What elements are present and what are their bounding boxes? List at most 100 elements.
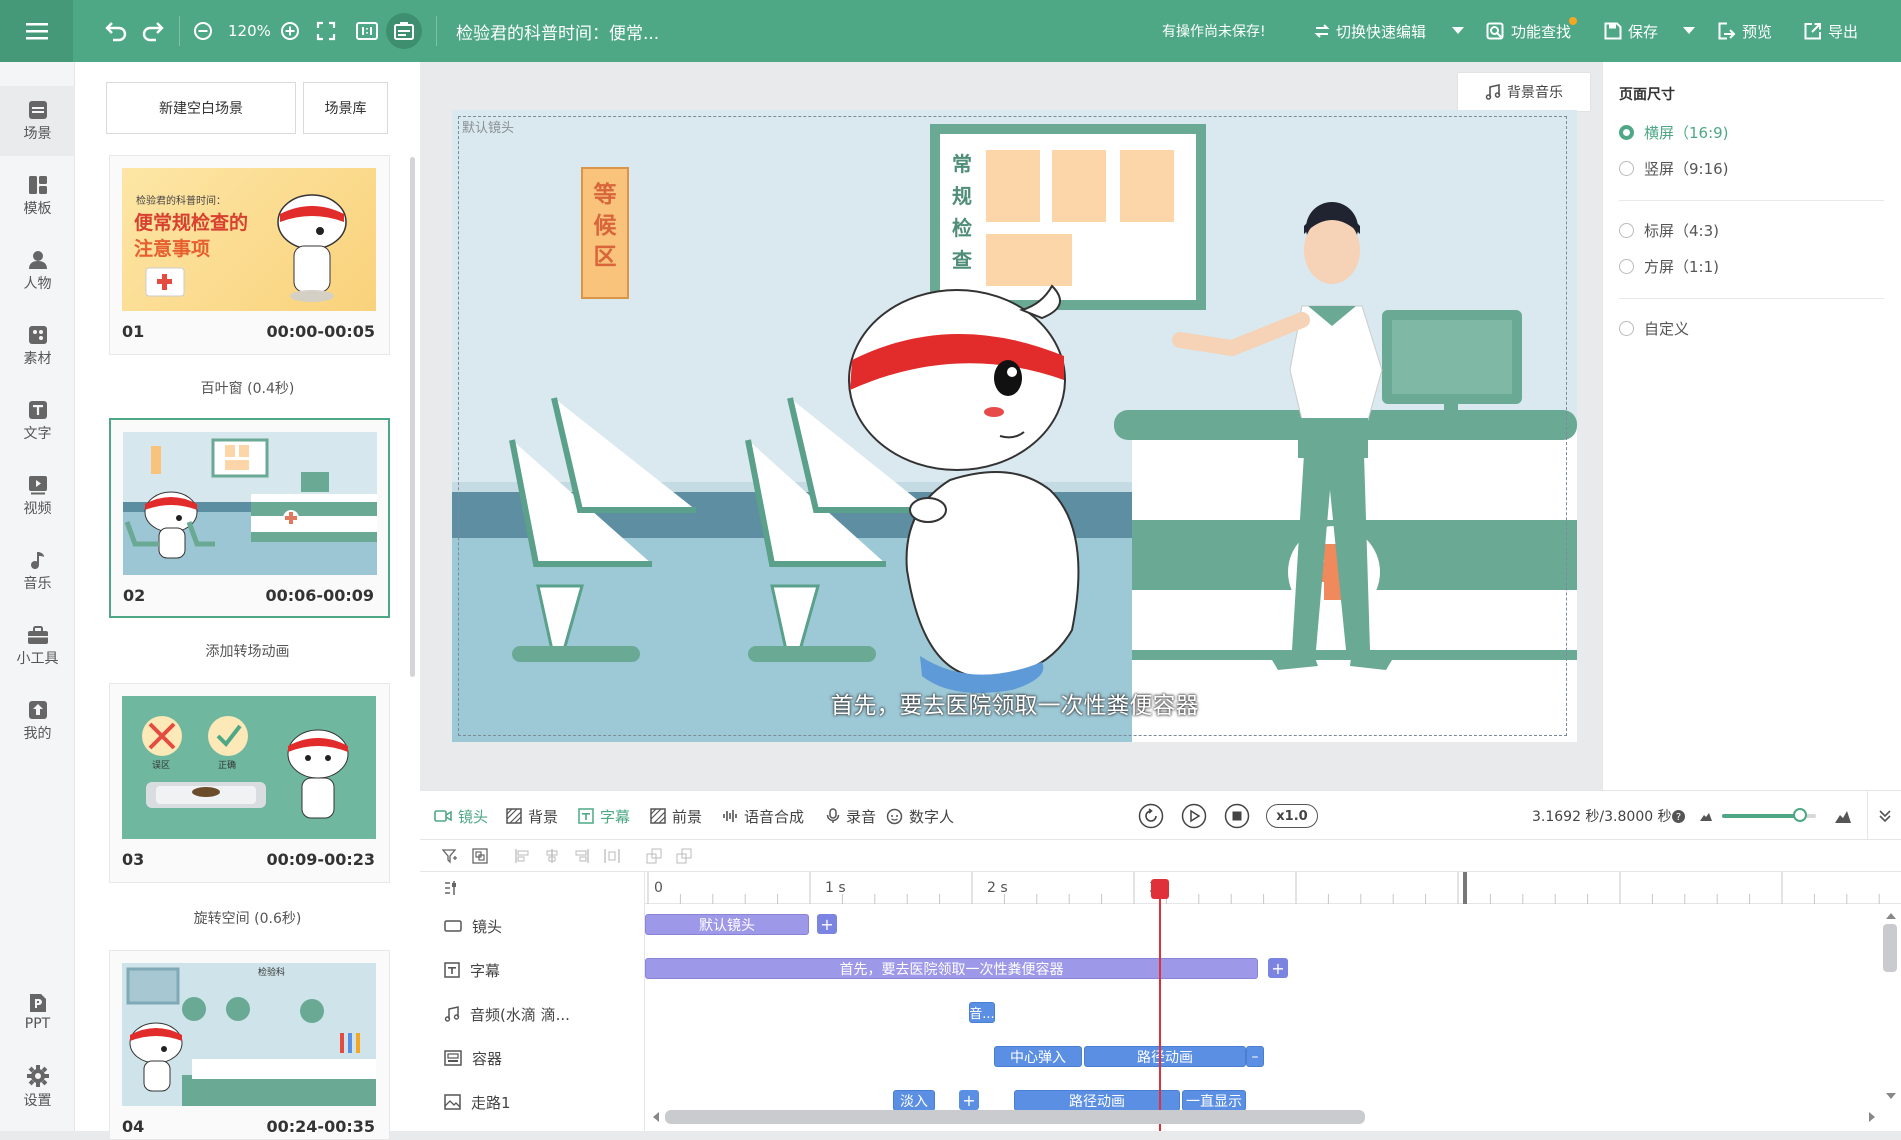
replay-button[interactable] (1138, 791, 1170, 841)
zoom-large-mountain-icon-wrap[interactable] (1835, 791, 1857, 841)
clip-default-shot[interactable]: 默认镜头 (645, 914, 809, 935)
scene-number: 01 (122, 322, 145, 341)
text-icon (28, 400, 47, 419)
nav-item-music[interactable]: 音乐 (0, 536, 75, 606)
end-marker[interactable] (1463, 872, 1467, 904)
filter-icon[interactable] (442, 848, 458, 864)
radio-portrait-9-16[interactable]: 竖屏（9:16) (1619, 158, 1729, 179)
menu-button[interactable] (0, 0, 73, 62)
redo-button[interactable] (141, 0, 165, 62)
save-dropdown[interactable] (1683, 0, 1695, 62)
timeline-vertical-scrollbar[interactable] (1883, 924, 1897, 972)
nav-item-person[interactable]: 人物 (0, 236, 75, 306)
nav-item-scene[interactable]: 场景 (0, 86, 75, 156)
scroll-down-arrow-icon[interactable] (1886, 1092, 1896, 1100)
playback-speed-button[interactable]: x1.0 (1266, 804, 1318, 828)
track-settings-cell[interactable] (444, 880, 460, 896)
track-name-walk[interactable]: 走路1 (444, 1080, 511, 1124)
clip-end-handle[interactable]: – (1246, 1046, 1264, 1067)
subtitle-overlay[interactable]: 首先，要去医院领取一次性粪便容器 (452, 686, 1577, 720)
playhead-handle[interactable] (1151, 879, 1169, 899)
add-shot-button[interactable]: + (817, 914, 837, 934)
nav-item-material[interactable]: 素材 (0, 311, 75, 381)
track-name-camera[interactable]: 镜头 (444, 904, 502, 948)
tab-voice-synthesis[interactable]: 语音合成 (722, 791, 804, 841)
align-left-icon[interactable] (514, 848, 530, 864)
clip-always-show[interactable]: 一直显示 (1182, 1090, 1246, 1111)
tab-camera[interactable]: 镜头 (434, 791, 488, 841)
radio-landscape-16-9[interactable]: 横屏（16:9) (1619, 122, 1729, 143)
nav-item-template[interactable]: 模板 (0, 161, 75, 231)
zoom-in-button[interactable] (280, 0, 300, 62)
undo-button[interactable] (104, 0, 128, 62)
stop-button[interactable] (1224, 791, 1256, 841)
track-name-audio[interactable]: 音频(水滴 滴... (444, 992, 570, 1036)
document-title[interactable]: 检验君的科普时间：便常... (456, 0, 659, 62)
clip-walk-path-animation[interactable]: 路径动画 (1014, 1090, 1180, 1111)
nav-item-video[interactable]: 视频 (0, 461, 75, 531)
scene-card-01[interactable]: 检验君的科普时间： 便常规检查的 注意事项 01 00:00-00:05 (109, 155, 390, 355)
export-button[interactable]: 导出 (1804, 0, 1858, 62)
quick-edit-dropdown[interactable] (1452, 0, 1464, 62)
nav-item-toolbox[interactable]: 小工具 (0, 611, 75, 681)
scroll-up-arrow-icon[interactable] (1886, 912, 1896, 920)
scroll-left-arrow-icon[interactable] (652, 1112, 660, 1122)
play-button[interactable] (1181, 791, 1213, 841)
radio-custom[interactable]: 自定义 (1619, 318, 1689, 339)
radio-square-1-1[interactable]: 方屏（1:1) (1619, 256, 1719, 277)
tab-foreground[interactable]: 前景 (650, 791, 702, 841)
clip-subtitle[interactable]: 首先，要去医院领取一次性粪便容器 (645, 958, 1258, 979)
time-ruler[interactable]: 0 1 s 2 s 3 (645, 872, 1901, 904)
timeline-zoom-slider[interactable] (1722, 791, 1816, 841)
timeline-horizontal-scrollbar[interactable] (665, 1110, 1365, 1124)
clip-path-animation[interactable]: 路径动画 (1084, 1046, 1246, 1067)
transition-label[interactable]: 旋转空间 (0.6秒) (75, 908, 420, 928)
transition-label[interactable]: 百叶窗 (0.4秒) (75, 378, 420, 398)
save-button[interactable]: 保存 (1604, 0, 1658, 62)
add-walk-anim-button[interactable]: + (959, 1090, 979, 1110)
actual-size-button[interactable] (356, 0, 378, 62)
tab-background[interactable]: 背景 (506, 791, 558, 841)
scene-library-button[interactable]: 场景库 (303, 82, 388, 134)
slider-handle[interactable] (1793, 808, 1808, 822)
clip-fade-in[interactable]: 淡入 (893, 1090, 935, 1111)
scene-card-02[interactable]: 02 00:06-00:09 (109, 418, 390, 618)
playhead-line[interactable] (1159, 880, 1161, 1131)
clip-audio[interactable]: 音... (969, 1002, 995, 1023)
tab-digital-human[interactable]: 数字人 (886, 791, 954, 841)
nav-item-text[interactable]: 文字 (0, 386, 75, 456)
tab-record[interactable]: 录音 (826, 791, 876, 841)
scene-card-04[interactable]: 检验科 04 00:24-00:35 (109, 950, 390, 1140)
radio-standard-4-3[interactable]: 标屏（4:3) (1619, 220, 1719, 241)
distribute-icon[interactable] (604, 848, 620, 864)
preview-button[interactable]: 预览 (1718, 0, 1772, 62)
scene-card-03[interactable]: 误区 正确 03 00:09-00:23 (109, 683, 390, 883)
add-subtitle-button[interactable]: + (1268, 958, 1288, 978)
default-shot-frame[interactable] (458, 116, 1567, 736)
subtitle-mode-button[interactable] (386, 13, 422, 49)
quick-edit-toggle[interactable]: 切换快速编辑 (1314, 0, 1426, 62)
fullscreen-button[interactable] (316, 0, 336, 62)
help-icon-wrap[interactable]: ? (1672, 791, 1691, 841)
zoom-out-button[interactable] (193, 0, 213, 62)
track-name-subtitle[interactable]: 字幕 (444, 948, 500, 992)
track-name-container[interactable]: 容器 (444, 1036, 502, 1080)
clip-center-pop-in[interactable]: 中心弹入 (994, 1046, 1082, 1067)
feature-search-button[interactable]: 功能查找 (1486, 0, 1578, 62)
nav-item-settings[interactable]: 设置 (0, 1052, 75, 1122)
collapse-timeline-button[interactable] (1867, 791, 1901, 841)
background-music-button[interactable]: 背景音乐 (1457, 72, 1591, 112)
nav-item-ppt[interactable]: PPT (0, 977, 75, 1047)
zoom-small-mountain-icon-wrap[interactable] (1700, 791, 1718, 841)
bring-forward-icon[interactable] (646, 848, 662, 864)
nav-item-mine[interactable]: 我的 (0, 686, 75, 756)
transition-label[interactable]: 添加转场动画 (75, 641, 420, 661)
scene-panel-scrollbar[interactable] (410, 157, 415, 677)
align-right-icon[interactable] (574, 848, 590, 864)
tab-subtitle[interactable]: 字幕 (578, 791, 630, 841)
group-icon[interactable] (472, 848, 488, 864)
new-blank-scene-button[interactable]: 新建空白场景 (106, 82, 296, 134)
send-backward-icon[interactable] (676, 848, 692, 864)
align-center-icon[interactable] (544, 848, 560, 864)
scroll-right-arrow-icon[interactable] (1868, 1112, 1876, 1122)
